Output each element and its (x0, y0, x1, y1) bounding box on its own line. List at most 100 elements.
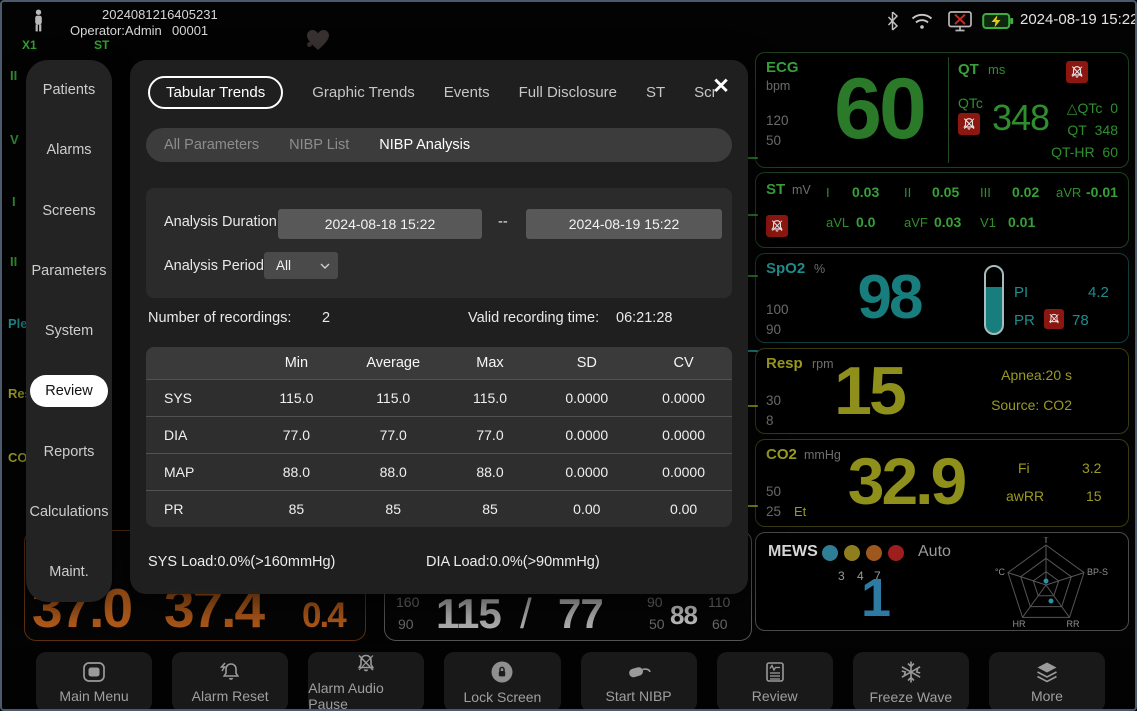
operator-label: Operator:Admin (70, 23, 162, 38)
main-menu-button[interactable]: Main Menu (36, 652, 152, 711)
st-label: ST (766, 181, 785, 198)
nibp-analysis-table: Min Average Max SD CV SYS 115.0 115.0 11… (146, 347, 732, 527)
wave-fragment (747, 214, 758, 216)
review-button[interactable]: Review (717, 652, 833, 711)
nibp-pr-low: 50 (649, 616, 665, 632)
recordings-value: 2 (322, 310, 330, 326)
cell: 85 (248, 501, 345, 517)
ecg-qt-divider (948, 57, 949, 163)
display-alarm-off-icon (946, 10, 974, 32)
ecg-label: ECG (766, 59, 799, 76)
pi-value: 4.2 (1088, 284, 1109, 301)
st-value-avf: 0.03 (934, 214, 961, 230)
sidebar-item-reports[interactable]: Reports (26, 436, 112, 468)
pr-alarm-off-icon[interactable] (1044, 309, 1064, 329)
cell: 88.0 (442, 464, 539, 480)
qtc-alarm-off-icon[interactable] (958, 113, 980, 135)
sidebar: Patients Alarms Screens Parameters Syste… (26, 60, 112, 602)
row-label: SYS (146, 390, 248, 406)
st-alarm-off-icon[interactable] (766, 215, 788, 237)
col-average: Average (345, 355, 442, 371)
patient-icon[interactable] (32, 9, 45, 33)
patient-id: 2024081216405231 (102, 7, 218, 22)
qt-side-values: △QTc 0 QT 348 QT-HR 60 (1051, 97, 1118, 163)
valid-time-label: Valid recording time: (468, 310, 599, 326)
spo2-low-limit: 90 (766, 322, 781, 337)
cell: 0.0000 (635, 464, 732, 480)
spo2-panel[interactable]: SpO2 % 100 90 98 PI 4.2 PR 78 (755, 253, 1129, 343)
pi-label: PI (1014, 284, 1028, 301)
row-label: PR (146, 501, 248, 517)
wifi-icon (910, 12, 934, 30)
subtab-nibp-list[interactable]: NIBP List (289, 137, 349, 153)
mews-mode: Auto (918, 543, 951, 561)
cell: 77.0 (345, 427, 442, 443)
subtab-all-parameters[interactable]: All Parameters (164, 137, 259, 153)
perfusion-bar (984, 265, 1004, 335)
cell: 0.0000 (538, 464, 635, 480)
nibp-sys-high: 160 (396, 594, 419, 610)
co2-panel[interactable]: CO2 mmHg 50 25 Et 32.9 Fi 3.2 awRR 15 (755, 439, 1129, 527)
qtc-value: 348 (992, 97, 1049, 139)
tab-st[interactable]: ST (646, 84, 665, 101)
sidebar-item-maint[interactable]: Maint. (26, 556, 112, 588)
gain-label: X1 (22, 38, 37, 52)
tab-tabular-trends[interactable]: Tabular Trends (148, 76, 283, 109)
subtab-nibp-analysis[interactable]: NIBP Analysis (379, 137, 470, 153)
cell: 88.0 (248, 464, 345, 480)
st-panel[interactable]: ST mV I 0.03 II 0.05 III 0.02 aVR -0.01 … (755, 172, 1129, 248)
cell: 77.0 (248, 427, 345, 443)
nibp-sys-low: 90 (398, 616, 414, 632)
tab-graphic-trends[interactable]: Graphic Trends (312, 84, 415, 101)
co2-label: CO2 (766, 446, 797, 463)
analysis-start-button[interactable]: 2024-08-18 15:22 (278, 209, 482, 239)
ecg-panel[interactable]: ECG bpm 120 50 60 QT ms QTc 348 △QTc 0 Q… (755, 52, 1129, 168)
wave-label-v: V (10, 132, 19, 147)
sidebar-item-screens[interactable]: Screens (26, 195, 112, 227)
nibp-pr-high: 90 (647, 594, 663, 610)
qt-alarm-off-icon[interactable] (1066, 61, 1088, 83)
sidebar-item-system[interactable]: System (26, 315, 112, 347)
sidebar-item-parameters[interactable]: Parameters (26, 255, 112, 287)
alarm-audio-pause-button[interactable]: Alarm Audio Pause (308, 652, 424, 711)
more-button[interactable]: More (989, 652, 1105, 711)
bluetooth-icon (886, 11, 899, 31)
col-max: Max (442, 355, 539, 371)
cell: 0.00 (635, 501, 732, 517)
close-icon[interactable]: ✕ (708, 74, 734, 100)
spo2-value: 98 (834, 262, 944, 334)
temp-delta-value: 0.4 (302, 596, 345, 636)
resp-panel[interactable]: Resp rpm 30 8 15 Apnea:20 s Source: CO2 (755, 348, 1129, 434)
nibp-map-low: 60 (712, 616, 728, 632)
more-label: More (1031, 688, 1063, 704)
sidebar-item-alarms[interactable]: Alarms (26, 134, 112, 166)
cell: 85 (442, 501, 539, 517)
wave-fragment (747, 275, 758, 277)
spo2-unit: % (814, 262, 825, 276)
mews-panel[interactable]: MEWS 3 4 7 Auto 1 T BP-S RR HR (755, 532, 1129, 631)
dia-load-text: DIA Load:0.0%(>90mmHg) (426, 554, 600, 570)
hr-value: 60 (814, 59, 944, 159)
table-row-sys: SYS 115.0 115.0 115.0 0.0000 0.0000 (146, 379, 732, 416)
tab-full-disclosure[interactable]: Full Disclosure (519, 84, 617, 101)
recordings-label: Number of recordings: (148, 310, 291, 326)
qt-hr-value: 60 (1102, 144, 1118, 160)
sidebar-item-calculations[interactable]: Calculations (26, 496, 112, 528)
freeze-wave-button[interactable]: Freeze Wave (853, 652, 969, 711)
resp-source: Source: CO2 (991, 397, 1072, 413)
tab-events[interactable]: Events (444, 84, 490, 101)
duration-separator: -- (498, 214, 508, 230)
sidebar-item-review[interactable]: Review (30, 375, 108, 407)
datetime: 2024-08-19 15:22 (1020, 11, 1137, 28)
lock-screen-button[interactable]: Lock Screen (444, 652, 560, 711)
sidebar-item-patients[interactable]: Patients (26, 74, 112, 106)
alarm-reset-button[interactable]: Alarm Reset (172, 652, 288, 711)
st-value-iii: 0.02 (1012, 184, 1039, 200)
wave-fragment (747, 505, 758, 507)
analysis-end-button[interactable]: 2024-08-19 15:22 (526, 209, 722, 239)
alarm-audio-pause-label: Alarm Audio Pause (308, 680, 424, 711)
col-sd: SD (538, 355, 635, 371)
analysis-period-select[interactable]: All (264, 252, 338, 279)
start-nibp-button[interactable]: Start NIBP (581, 652, 697, 711)
nibp-sys-value: 115 (436, 590, 501, 638)
